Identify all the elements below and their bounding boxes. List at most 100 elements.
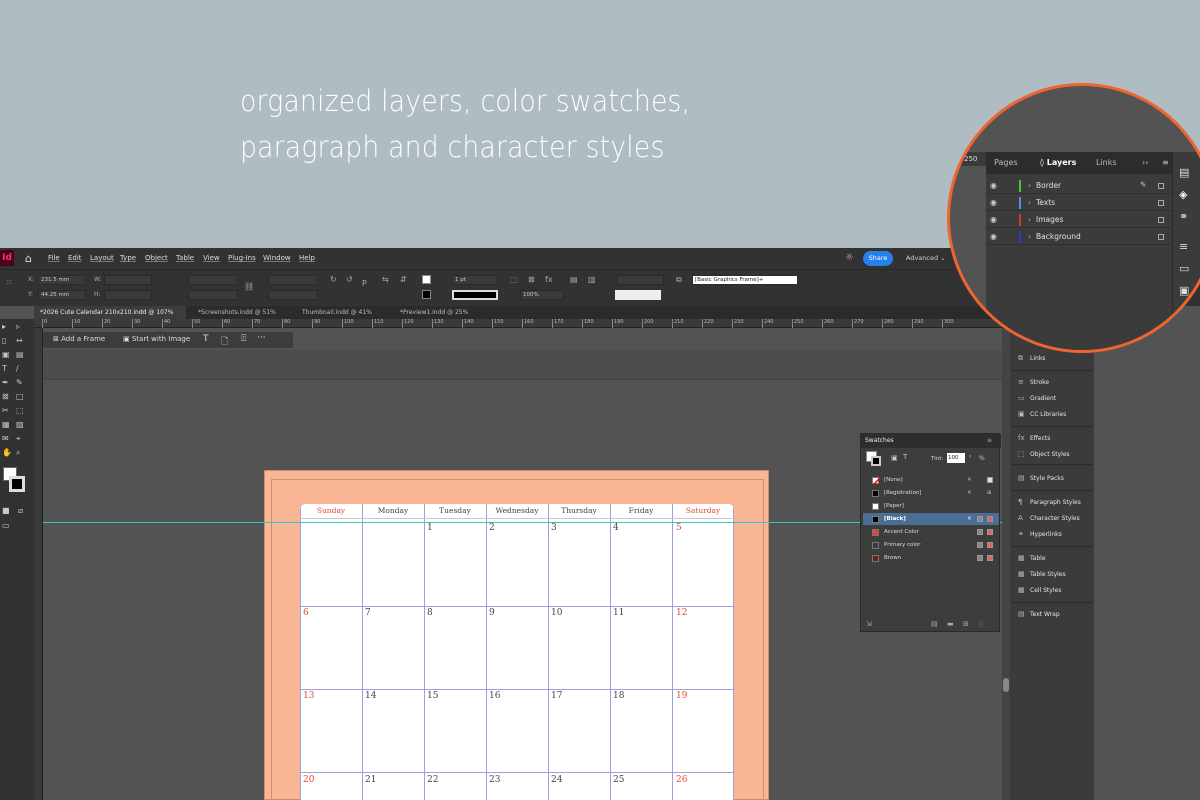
hand-tool-icon[interactable]: ✋ [2,448,12,457]
expand-panels-icon[interactable]: ›› [1142,158,1148,167]
fit-content-icon[interactable]: ⊠ [528,275,535,284]
swatch-row-brown[interactable]: Brown [863,552,999,564]
p-icon[interactable]: P [362,279,367,288]
panel-object-styles[interactable]: ⬚ Object Styles [1018,450,1070,458]
panel-links[interactable]: ⧉ Links [1018,354,1045,363]
tab-screenshots[interactable]: *Screenshots.indd @ 51% [192,306,296,319]
panel-stroke[interactable]: ≡ Stroke [1018,378,1049,386]
panel-style-packs[interactable]: ▤ Style Packs [1018,474,1064,482]
panel-menu-icon[interactable]: ≡ [1162,158,1169,167]
object-style-icon[interactable]: ⧉ [676,275,682,285]
tab-layers[interactable]: ◊ Layers [1040,158,1076,167]
swatch-stroke-icon[interactable] [871,456,881,466]
note-tool-icon[interactable]: ✉ [2,434,9,443]
panel-effects[interactable]: fx Effects [1018,434,1050,442]
layer-row-images[interactable]: ◉ › Images [986,212,1172,228]
expand-chevron-icon[interactable]: › [1028,198,1031,207]
stroke-weight-field[interactable]: 1 pt [452,275,498,285]
layer-row-border[interactable]: ◉ › Border ✎ [986,178,1172,194]
object-style-select[interactable]: [Basic Graphics Frame]+ [692,275,798,285]
swatch-row-black[interactable]: [Black] ✕ [863,513,999,525]
show-kinds-icon[interactable]: ⇲ [866,620,872,628]
text-icon[interactable]: T [203,334,209,344]
tab-pages[interactable]: Pages [994,158,1018,167]
flip-horizontal-icon[interactable]: ⇆ [382,275,389,284]
expand-chevron-icon[interactable]: › [1028,232,1031,241]
trash-icon[interactable]: ▯ [979,620,983,628]
pen-tool-icon[interactable]: ✒ [2,378,9,387]
folder-icon[interactable]: ▬ [947,620,954,628]
opacity-field[interactable]: 100% [520,290,564,300]
swatch-row-accent[interactable]: Accent Color [863,526,999,538]
stroke-swatch[interactable] [422,290,431,299]
x-field[interactable]: 231.5 mm [38,275,86,285]
panel-character-styles[interactable]: A Character Styles [1018,514,1080,522]
lightbulb-icon[interactable]: ☼ [845,252,854,263]
new-group-icon[interactable]: ▤ [931,620,938,628]
h-field[interactable] [104,290,152,300]
layer-row-texts[interactable]: ◉ › Texts [986,195,1172,211]
y-field[interactable]: 44.25 mm [38,290,86,300]
tab-thumbnail[interactable]: Thumbnail.indd @ 41% [296,306,398,319]
panel-hyperlinks[interactable]: ⚭ Hyperlinks [1018,530,1062,538]
swatch-row-paper[interactable]: [Paper] [863,500,999,512]
panel-gradient[interactable]: ▭ Gradient [1018,394,1056,402]
visibility-eye-icon[interactable]: ◉ [990,215,997,224]
place-icon[interactable]: 🗋 [221,334,228,350]
eyedropper-tool-icon[interactable]: ⌖ [16,434,21,444]
rotate-icon[interactable]: ↻ [330,275,337,284]
panel-paragraph-styles[interactable]: ¶ Paragraph Styles [1018,498,1081,506]
menu-view[interactable]: View [203,254,220,262]
tab-links[interactable]: Links [1096,158,1117,167]
effects-icon[interactable]: fx [545,275,553,284]
expand-chevron-icon[interactable]: › [1028,181,1031,190]
ruler-guide[interactable] [43,522,1003,523]
layer-row-background[interactable]: ◉ › Background [986,229,1172,245]
corner-field[interactable] [617,275,664,285]
expand-chevron-icon[interactable]: › [1028,215,1031,224]
gradient-feather-tool-icon[interactable]: ▨ [16,420,24,429]
panel-cell-styles[interactable]: ▦ Cell Styles [1018,586,1061,594]
apply-color-icon[interactable]: ■ [2,506,10,515]
rectangle-tool-icon[interactable]: □ [16,392,24,401]
corner-shape-select[interactable] [615,290,661,300]
menu-help[interactable]: Help [299,254,315,262]
layer-select-square[interactable] [1158,234,1164,240]
workspace-switcher[interactable]: Advanced ⌄ [906,254,946,262]
panel-text-wrap[interactable]: ▤ Text Wrap [1018,610,1060,618]
swatch-row-none[interactable]: [None] ✕ [863,474,999,486]
more-icon[interactable]: ··· [257,333,266,343]
new-swatch-icon[interactable]: ⊞ [963,620,969,628]
reference-point-icon[interactable]: ⁙ [6,278,13,287]
links-icon[interactable]: ⚭ [1179,210,1188,223]
layers-icon[interactable]: ◈ [1179,188,1187,201]
apply-none-icon[interactable]: ⧄ [18,506,23,516]
add-frame-button[interactable]: ⊠ Add a Frame [53,335,105,343]
menu-file[interactable]: File [48,254,60,262]
menu-edit[interactable]: Edit [68,254,82,262]
constrain-proportions-icon[interactable]: ⛓ [244,282,254,291]
menu-object[interactable]: Object [145,254,168,262]
menu-plugins[interactable]: Plug-Ins [228,254,256,262]
pencil-tool-icon[interactable]: ✎ [16,378,23,387]
panel-table[interactable]: ▦ Table [1018,554,1046,562]
frame-fit-icon[interactable]: ⬚ [510,275,518,284]
w-field[interactable] [104,275,152,285]
gradient-swatch-tool-icon[interactable]: ▦ [2,420,10,429]
panel-table-styles[interactable]: ▦ Table Styles [1018,570,1066,578]
share-button[interactable]: Share [863,251,893,266]
panel-menu-icon[interactable]: ≡ [987,434,992,448]
scissors-tool-icon[interactable]: ✂ [2,406,9,415]
selection-tool-icon[interactable]: ▸ [2,322,6,331]
rectangle-frame-tool-icon[interactable]: ⊠ [2,392,9,401]
shear-field[interactable] [268,290,318,300]
cc-libraries-icon[interactable]: ▣ [1179,284,1189,297]
content-placer-icon[interactable]: ▤ [16,350,24,359]
line-tool-icon[interactable]: / [16,364,19,373]
tint-input[interactable]: 100 [947,453,965,463]
direct-selection-tool-icon[interactable]: ▹ [16,322,20,331]
vertical-scrollbar[interactable] [1002,328,1010,800]
menu-layout[interactable]: Layout [90,254,114,262]
panel-cc-libraries[interactable]: ▣ CC Libraries [1018,410,1066,418]
visibility-eye-icon[interactable]: ◉ [990,198,997,207]
